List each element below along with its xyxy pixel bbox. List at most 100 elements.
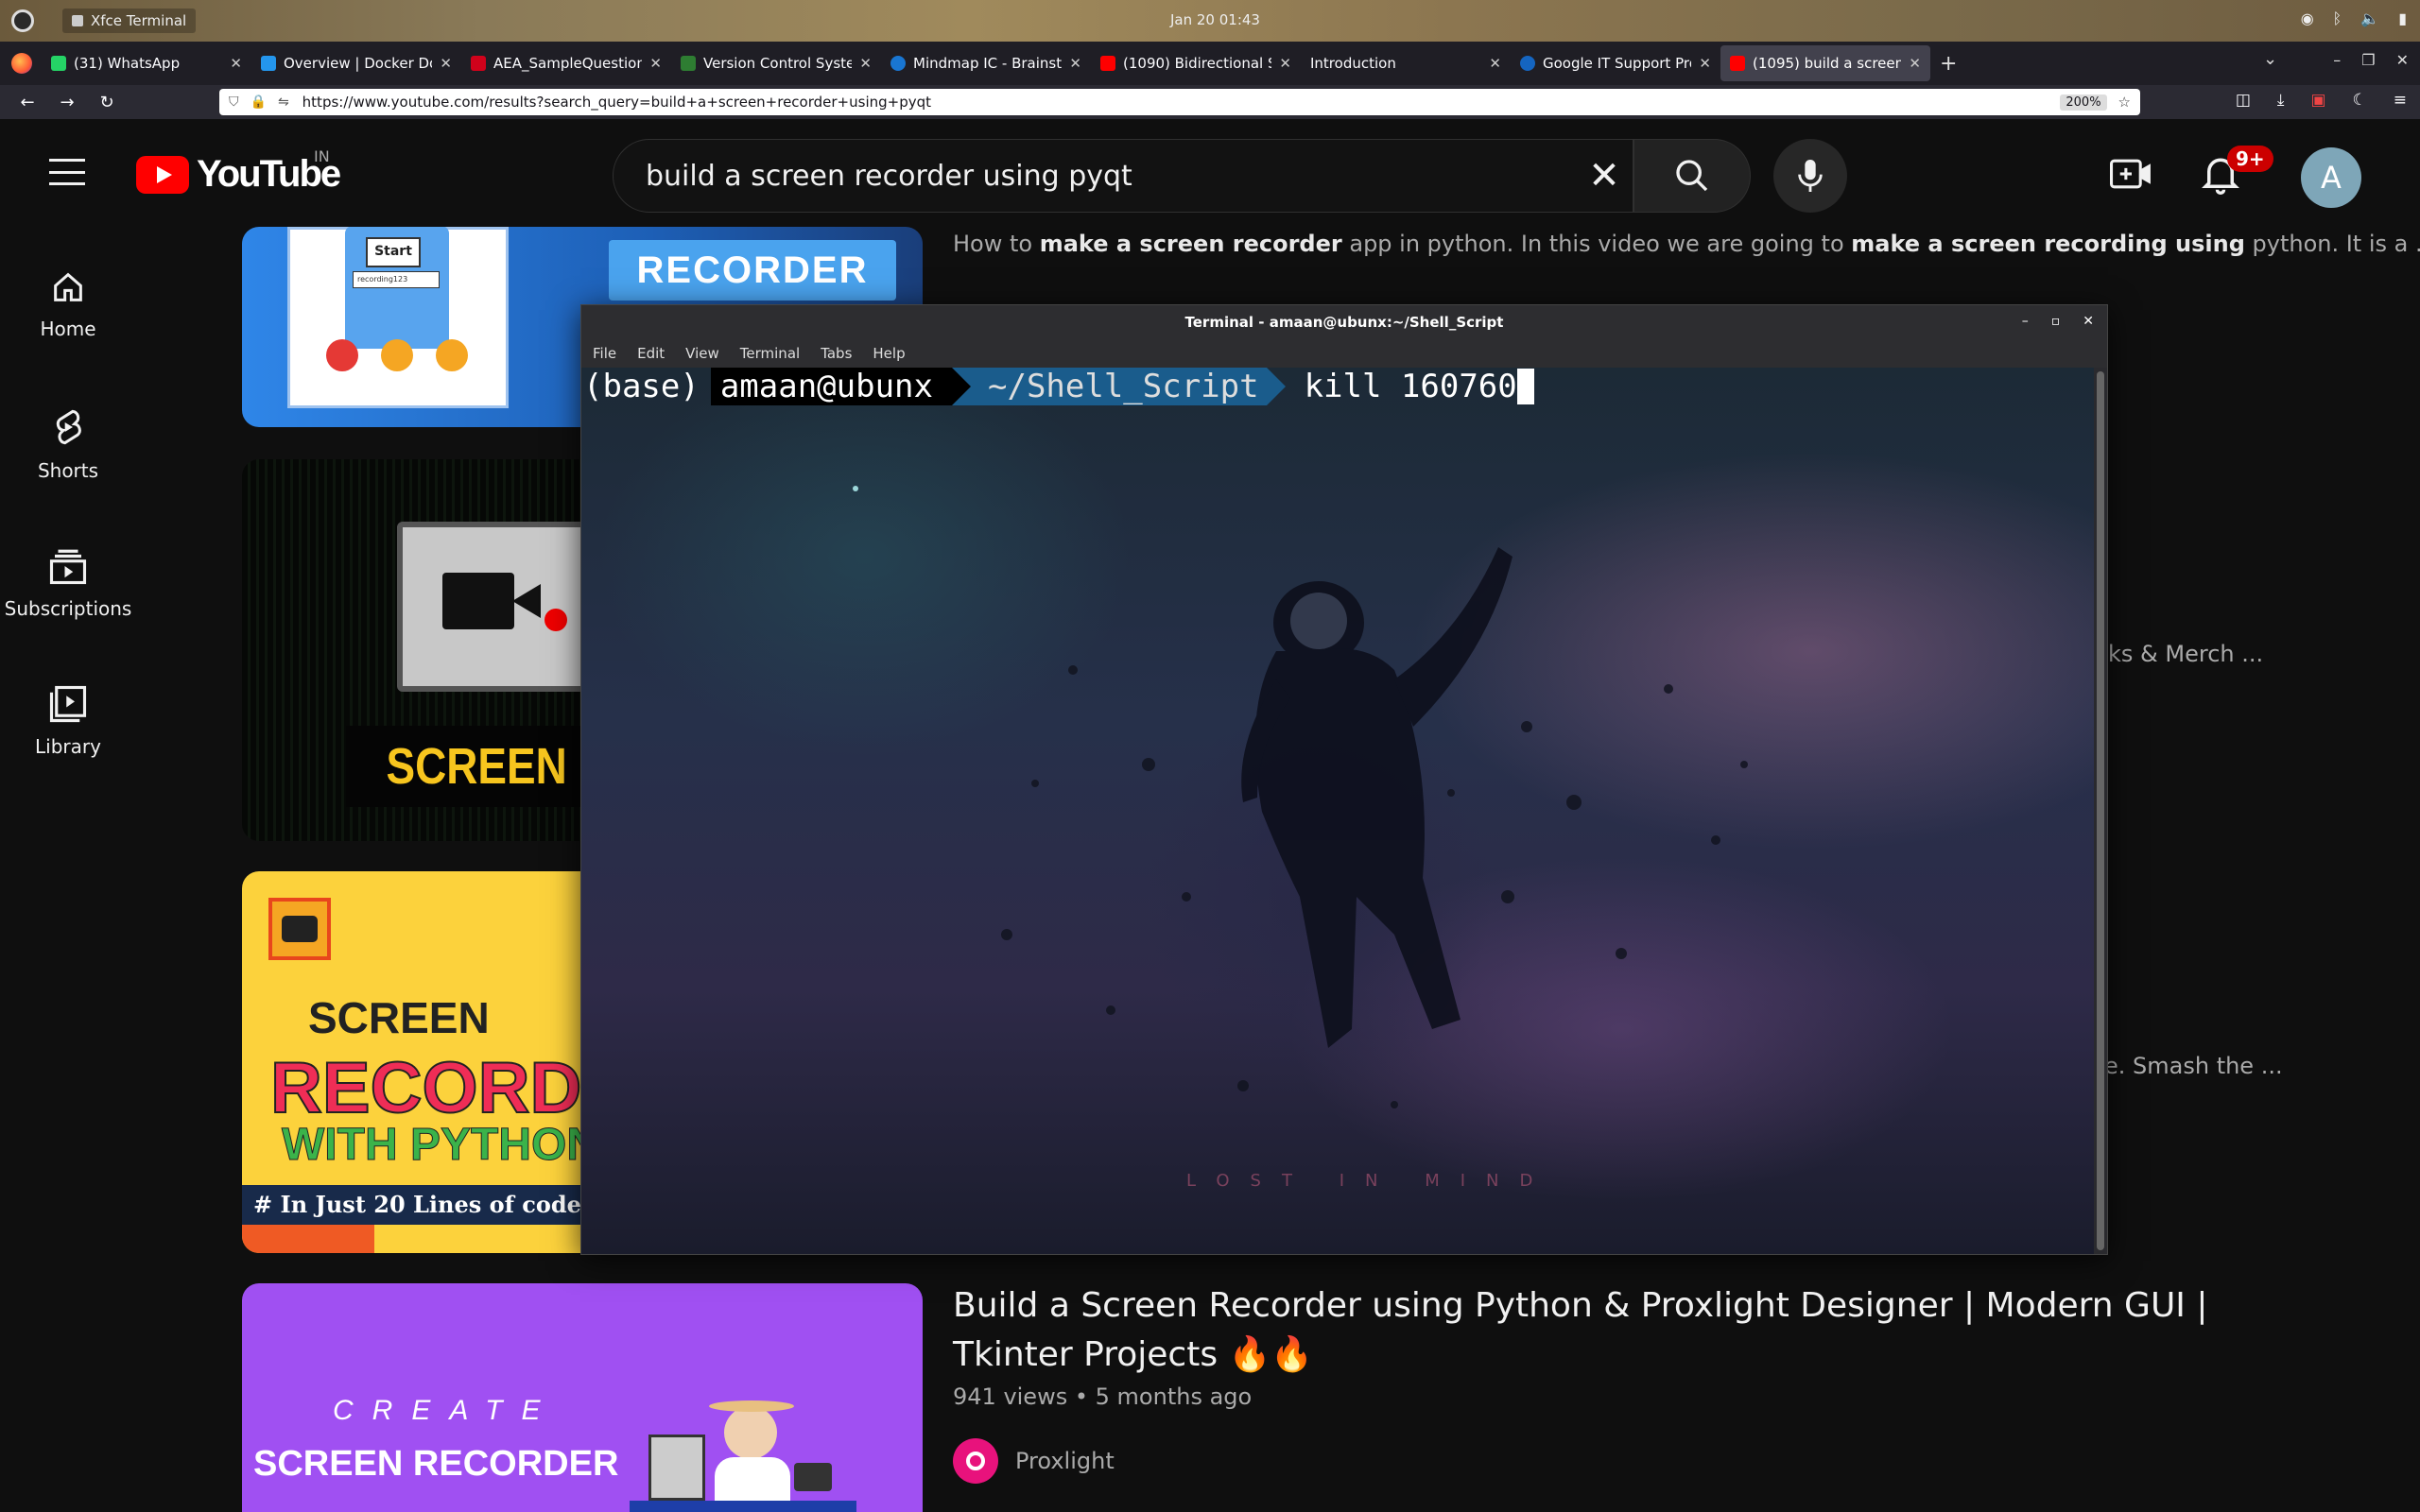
channel-name[interactable]: Proxlight bbox=[1015, 1448, 1115, 1474]
prompt-conda-env: (base) bbox=[583, 368, 700, 405]
forward-icon[interactable]: → bbox=[55, 93, 79, 112]
search-button[interactable] bbox=[1634, 139, 1751, 213]
thumbnail-text: SCREEN R bbox=[346, 726, 619, 807]
list-all-tabs-icon[interactable]: ⌄ bbox=[2263, 49, 2277, 69]
tab-youtube-active[interactable]: (1095) build a screen recorder ✕ bbox=[1720, 45, 1930, 81]
url-bar[interactable]: ⛉ 🔒 ⇋ https://www.youtube.com/results?se… bbox=[219, 89, 2140, 115]
shorts-icon bbox=[56, 409, 81, 445]
youtube-logo[interactable]: YouTube IN bbox=[136, 147, 341, 196]
close-tab-icon[interactable]: ✕ bbox=[230, 55, 242, 72]
lock-icon[interactable]: 🔒 bbox=[251, 94, 267, 110]
menu-file[interactable]: File bbox=[593, 345, 616, 362]
close-tab-icon[interactable]: ✕ bbox=[1699, 55, 1711, 72]
guide-menu-icon[interactable] bbox=[49, 159, 85, 185]
tab-google-it[interactable]: Google IT Support Professional ✕ bbox=[1511, 45, 1720, 81]
guide-item-home[interactable]: Home bbox=[0, 268, 136, 340]
video-metadata: 941 views • 5 months ago bbox=[953, 1383, 1252, 1410]
menu-edit[interactable]: Edit bbox=[637, 345, 665, 362]
command-input[interactable]: kill 160760 bbox=[1286, 368, 1517, 405]
channel-link[interactable]: Proxlight bbox=[953, 1438, 1115, 1484]
close-tab-icon[interactable]: ✕ bbox=[1909, 55, 1921, 72]
volume-icon[interactable]: 🔈 bbox=[2360, 9, 2379, 27]
zoom-level[interactable]: 200% bbox=[2060, 94, 2107, 111]
menu-tabs[interactable]: Tabs bbox=[821, 345, 852, 362]
close-icon[interactable]: ✕ bbox=[2083, 314, 2094, 329]
record-dot-icon bbox=[544, 609, 567, 631]
video-plus-icon bbox=[2110, 159, 2151, 189]
minimize-icon[interactable]: – bbox=[2022, 314, 2029, 329]
guide-item-subscriptions[interactable]: Subscriptions bbox=[0, 546, 136, 620]
taskbar-window-label: Xfce Terminal bbox=[91, 12, 187, 29]
wallpaper-caption: LOST IN MIND bbox=[1186, 1171, 1554, 1191]
browser-tab-bar: (31) WhatsApp ✕ Overview | Docker Docume… bbox=[0, 42, 2420, 85]
tab-introduction[interactable]: Introduction ✕ bbox=[1301, 45, 1511, 81]
extension-icon[interactable]: ☾ bbox=[2353, 91, 2367, 110]
terminal-output[interactable]: (base) amaan@ubunx ~/Shell_Script kill 1… bbox=[581, 368, 2094, 1254]
home-icon bbox=[54, 272, 82, 301]
menu-view[interactable]: View bbox=[685, 345, 719, 362]
docker-icon bbox=[261, 56, 276, 71]
video-description: How to make a screen recorder app in pyt… bbox=[953, 231, 2420, 257]
extension-icon[interactable]: ▣ bbox=[2310, 91, 2325, 110]
shield-icon[interactable]: ⛉ bbox=[229, 94, 239, 110]
close-tab-icon[interactable]: ✕ bbox=[649, 55, 662, 72]
close-icon[interactable]: ✕ bbox=[2396, 51, 2409, 69]
prompt-separator-icon bbox=[952, 368, 971, 405]
guide-item-library[interactable]: Library bbox=[0, 684, 136, 758]
clear-search-icon[interactable]: ✕ bbox=[1576, 154, 1633, 198]
search-icon bbox=[1676, 160, 1708, 192]
tab-mindmap[interactable]: Mindmap IC - Brainstorm ✕ bbox=[881, 45, 1091, 81]
close-tab-icon[interactable]: ✕ bbox=[440, 55, 452, 72]
search-input[interactable]: build a screen recorder using pyqt bbox=[614, 160, 1576, 193]
terminal-titlebar[interactable]: Terminal - amaan@ubunx:~/Shell_Script – … bbox=[581, 305, 2107, 339]
create-video-button[interactable] bbox=[2110, 155, 2153, 197]
search-box[interactable]: build a screen recorder using pyqt ✕ bbox=[613, 139, 1634, 213]
downloads-icon[interactable]: ⤓ bbox=[2277, 91, 2285, 110]
terminal-menubar: File Edit View Terminal Tabs Help bbox=[581, 339, 2107, 368]
voice-search-button[interactable] bbox=[1773, 139, 1847, 213]
camera-icon bbox=[442, 573, 514, 629]
url-text[interactable]: https://www.youtube.com/results?search_q… bbox=[302, 94, 2061, 111]
minimize-icon[interactable]: – bbox=[2333, 51, 2341, 69]
wifi-icon[interactable]: ◉ bbox=[2301, 9, 2314, 27]
maximize-icon[interactable]: ▫ bbox=[2051, 314, 2061, 329]
bookmark-star-icon[interactable]: ☆ bbox=[2118, 94, 2131, 111]
tab-youtube-bidirectional[interactable]: (1090) Bidirectional Shift ✕ bbox=[1091, 45, 1301, 81]
tab-pdf[interactable]: AEA_SampleQuestions.pdf ✕ bbox=[461, 45, 671, 81]
notification-badge: 9+ bbox=[2227, 146, 2273, 172]
account-avatar[interactable]: A bbox=[2301, 147, 2361, 208]
panel-clock[interactable]: Jan 20 01:43 bbox=[1170, 11, 1260, 28]
battery-icon[interactable]: ▮ bbox=[2398, 9, 2407, 27]
tab-docker[interactable]: Overview | Docker Documentation ✕ bbox=[251, 45, 461, 81]
channel-avatar[interactable] bbox=[953, 1438, 998, 1484]
firefox-view-icon[interactable] bbox=[11, 53, 32, 74]
video-title[interactable]: Build a Screen Recorder using Python & P… bbox=[953, 1281, 2276, 1380]
terminal-window[interactable]: Terminal - amaan@ubunx:~/Shell_Script – … bbox=[580, 304, 2108, 1255]
close-tab-icon[interactable]: ✕ bbox=[1489, 55, 1501, 72]
terminal-scrollbar[interactable] bbox=[2094, 368, 2107, 1254]
pocket-icon[interactable]: ◫ bbox=[2236, 91, 2251, 110]
guide-item-shorts[interactable]: Shorts bbox=[0, 406, 136, 482]
tab-whatsapp[interactable]: (31) WhatsApp ✕ bbox=[42, 45, 251, 81]
close-tab-icon[interactable]: ✕ bbox=[1069, 55, 1081, 72]
taskbar-window-button[interactable]: Xfce Terminal bbox=[62, 9, 197, 33]
close-tab-icon[interactable]: ✕ bbox=[1279, 55, 1291, 72]
bluetooth-icon[interactable]: ᛒ bbox=[2333, 9, 2342, 27]
menu-terminal[interactable]: Terminal bbox=[740, 345, 800, 362]
menu-help[interactable]: Help bbox=[873, 345, 905, 362]
tab-version-control[interactable]: Version Control Systems ✕ bbox=[671, 45, 881, 81]
whisker-menu-icon[interactable] bbox=[11, 9, 34, 32]
whatsapp-icon bbox=[51, 56, 66, 71]
video-thumbnail[interactable]: CREATE SCREEN RECORDER bbox=[242, 1283, 923, 1512]
maximize-icon[interactable]: ❐ bbox=[2361, 51, 2375, 69]
permissions-icon[interactable]: ⇋ bbox=[278, 94, 289, 110]
video-description: ks & Merch ... bbox=[2108, 641, 2264, 667]
thumbnail-line-3: WITH PYTHON bbox=[282, 1120, 600, 1171]
new-tab-button[interactable]: + bbox=[1940, 52, 1957, 76]
back-icon[interactable]: ← bbox=[15, 93, 40, 112]
site-icon bbox=[681, 56, 696, 71]
close-tab-icon[interactable]: ✕ bbox=[859, 55, 872, 72]
system-tray: ◉ ᛒ 🔈 ▮ bbox=[2301, 9, 2407, 27]
reload-icon[interactable]: ↻ bbox=[95, 93, 119, 112]
menu-icon[interactable]: ≡ bbox=[2394, 91, 2407, 110]
